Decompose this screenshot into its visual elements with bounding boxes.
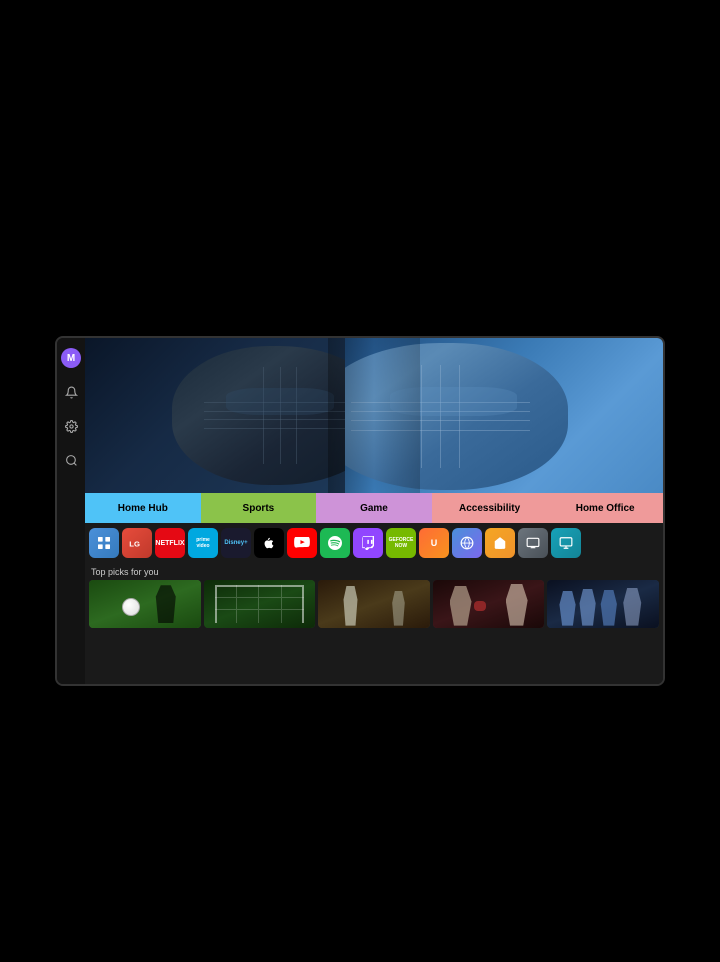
pick-item-football[interactable]	[547, 580, 659, 628]
app-netflix[interactable]: NETFLIX	[155, 528, 185, 558]
sidebar: M	[57, 338, 85, 684]
app-smarthome[interactable]	[485, 528, 515, 558]
nav-tabs: Home Hub Sports Game Accessibility Home …	[85, 493, 663, 523]
app-geforce[interactable]: GEFORCENOW	[386, 528, 416, 558]
tab-accessibility[interactable]: Accessibility	[432, 493, 548, 523]
app-prime[interactable]: primevideo	[188, 528, 218, 558]
top-picks-label: Top picks for you	[85, 563, 663, 580]
top-picks-section: Top picks for you	[85, 563, 663, 684]
gear-icon[interactable]	[61, 416, 81, 436]
bell-icon[interactable]	[61, 382, 81, 402]
tv-frame: M	[55, 336, 665, 686]
pick-item-boxing[interactable]	[433, 580, 545, 628]
tab-home-hub[interactable]: Home Hub	[85, 493, 201, 523]
profile-avatar[interactable]: M	[61, 348, 81, 368]
hero-area	[85, 338, 663, 493]
app-utomik[interactable]: U	[419, 528, 449, 558]
app-lg[interactable]: LG	[122, 528, 152, 558]
tab-sports[interactable]: Sports	[201, 493, 317, 523]
pick-item-handball[interactable]	[318, 580, 430, 628]
tab-game[interactable]: Game	[316, 493, 432, 523]
app-spotify[interactable]	[320, 528, 350, 558]
app-extra[interactable]	[551, 528, 581, 558]
top-picks-grid	[85, 580, 663, 632]
app-twitch[interactable]	[353, 528, 383, 558]
app-appletv[interactable]	[254, 528, 284, 558]
tab-home-office[interactable]: Home Office	[547, 493, 663, 523]
app-web[interactable]	[452, 528, 482, 558]
pick-item-soccer2[interactable]	[204, 580, 316, 628]
apps-row: LG NETFLIX primevideo Disney+	[85, 523, 663, 563]
app-screen[interactable]	[518, 528, 548, 558]
app-apps[interactable]	[89, 528, 119, 558]
app-youtube[interactable]	[287, 528, 317, 558]
search-icon[interactable]	[61, 450, 81, 470]
main-content: Home Hub Sports Game Accessibility Home …	[85, 338, 663, 684]
pick-item-soccer1[interactable]	[89, 580, 201, 628]
svg-text:LG: LG	[129, 539, 140, 548]
app-disney[interactable]: Disney+	[221, 528, 251, 558]
